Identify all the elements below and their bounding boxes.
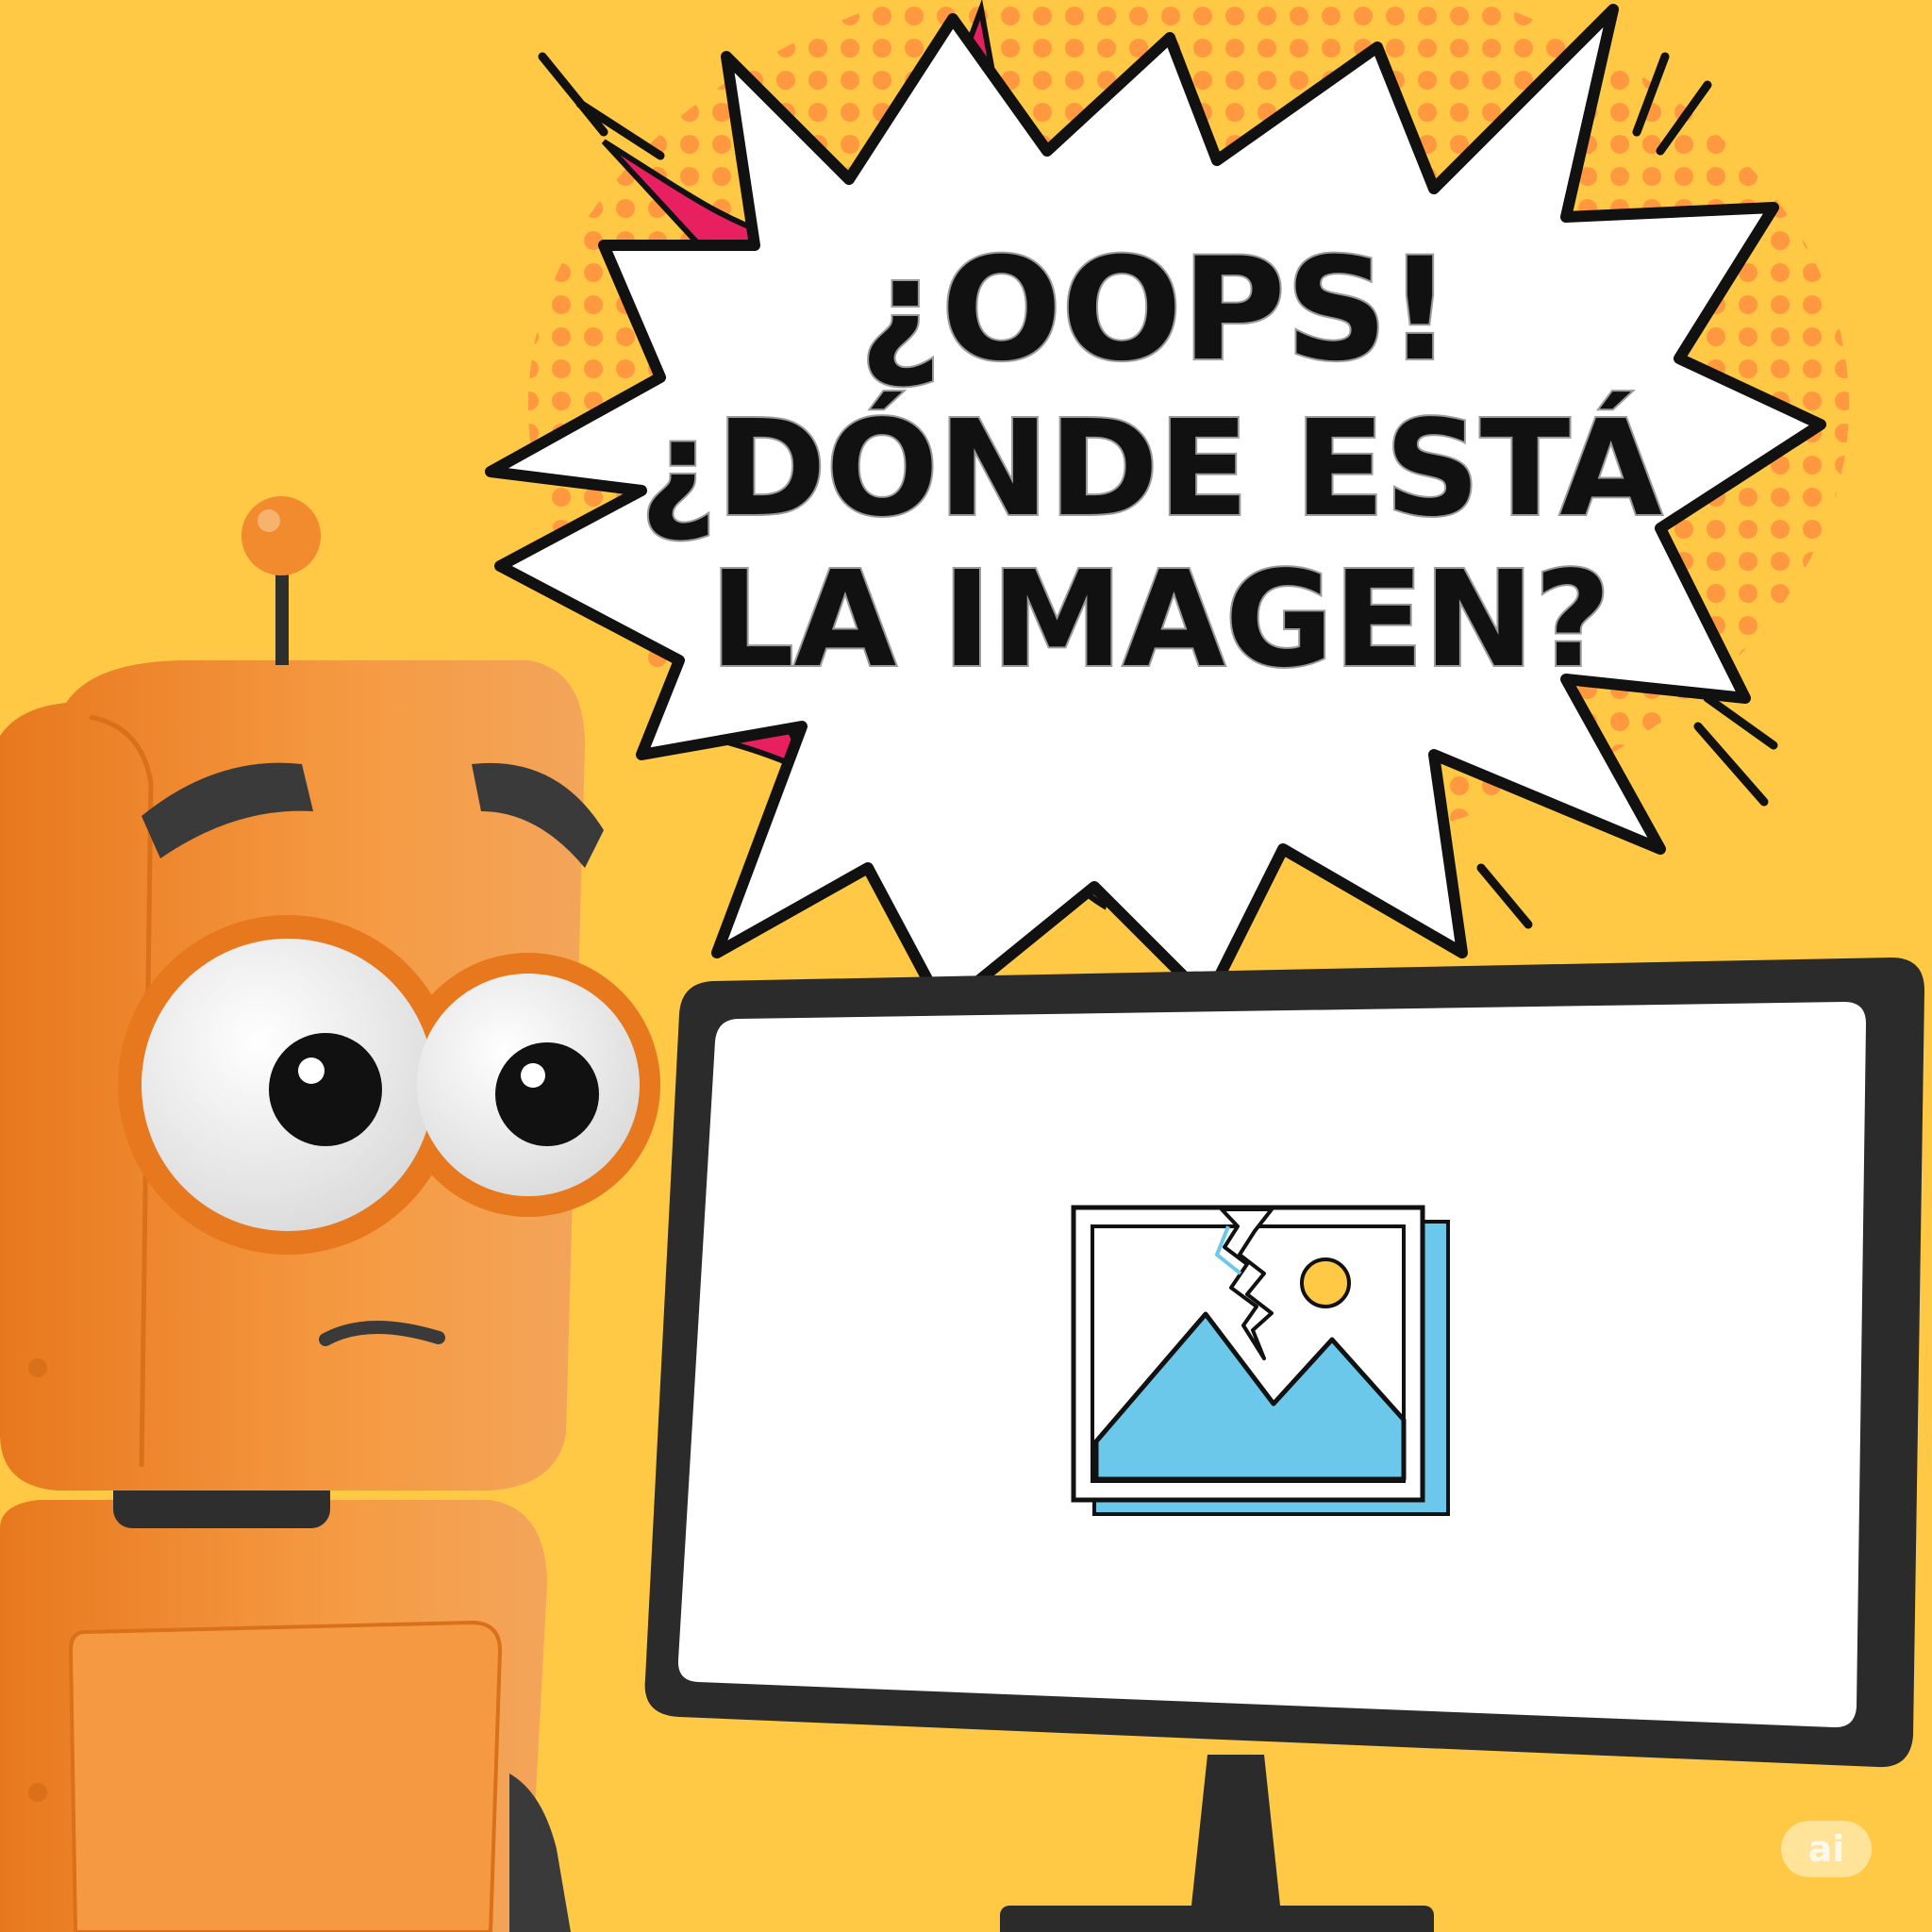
scene-svg: ¿OOPS! ¿DÓNDE ESTÁ LA IMAGEN? xyxy=(0,0,1924,1932)
robot-pupil-left xyxy=(269,1033,382,1146)
burst-line-2: ¿DÓNDE ESTÁ xyxy=(640,391,1662,546)
robot-chest-panel xyxy=(68,1620,503,1932)
robot-arm xyxy=(509,1774,571,1932)
monitor-stand xyxy=(1189,1755,1283,1932)
burst-line-1: ¿OOPS! xyxy=(859,228,1452,392)
robot-pupil-right xyxy=(495,1042,599,1146)
monitor-stand-base xyxy=(1000,1906,1434,1932)
illustration: ¿OOPS! ¿DÓNDE ESTÁ LA IMAGEN? ai xyxy=(0,0,1932,1932)
burst-line-3: LA IMAGEN? xyxy=(710,543,1611,697)
ai-logo: ai xyxy=(1781,1821,1872,1877)
broken-image-icon xyxy=(1071,1205,1450,1516)
robot-antenna-ball xyxy=(242,496,321,575)
robot xyxy=(0,496,660,1932)
